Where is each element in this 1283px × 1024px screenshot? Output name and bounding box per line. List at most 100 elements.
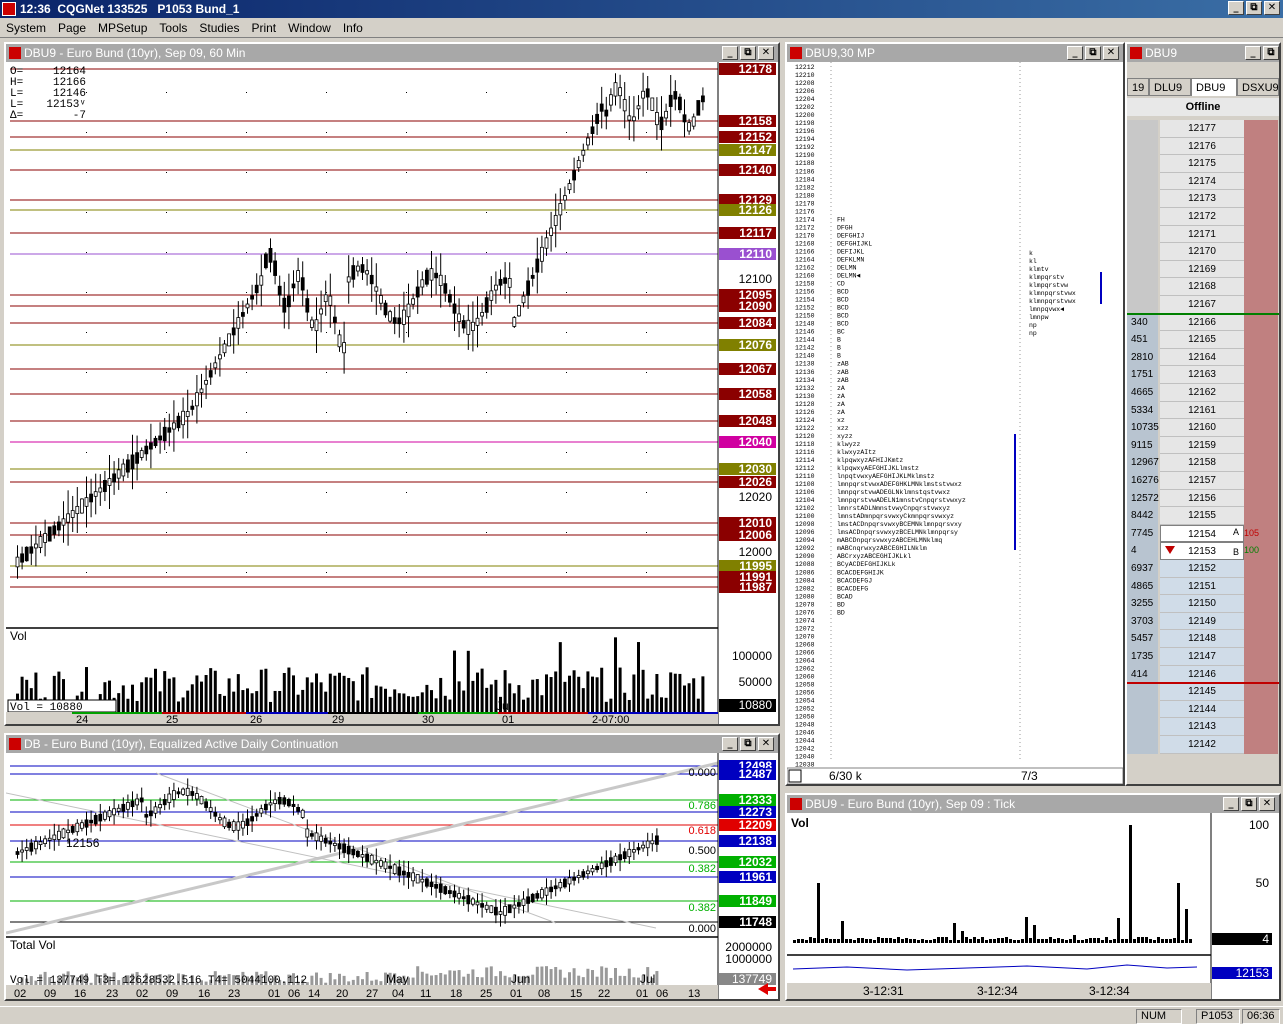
dom-row[interactable]: 3255 12150 bbox=[1127, 595, 1278, 613]
dom-row[interactable]: 9115 12159 bbox=[1127, 436, 1278, 455]
dom-ask-size[interactable] bbox=[1244, 260, 1278, 279]
dom-bid-size[interactable] bbox=[1127, 155, 1158, 173]
dom-bid-size[interactable] bbox=[1127, 718, 1158, 736]
restore-button[interactable]: ⧉ bbox=[1246, 1, 1262, 15]
dom-row[interactable]: 414 12146 bbox=[1127, 665, 1278, 684]
tab-dlu9[interactable]: DLU9 bbox=[1149, 78, 1191, 96]
dom-ask-size[interactable] bbox=[1244, 436, 1278, 455]
dom-row[interactable]: 4865 12151 bbox=[1127, 577, 1278, 596]
dom-ask-size[interactable] bbox=[1244, 120, 1278, 138]
dom-price[interactable]: 12165 bbox=[1160, 331, 1244, 349]
mp-footer-box[interactable] bbox=[788, 769, 802, 783]
dom-row[interactable]: 5457 12148 bbox=[1127, 630, 1278, 648]
chart-daily-canvas[interactable]: 12156 0.000 0.786 0.618 0.500 0.382 0.382 0.000… bbox=[6, 753, 778, 999]
menu-system[interactable]: System bbox=[0, 21, 52, 35]
dom-ask-size[interactable] bbox=[1244, 401, 1278, 420]
dom-bid-size[interactable]: 5334 bbox=[1127, 401, 1158, 420]
dom-price[interactable]: 12170 bbox=[1160, 243, 1244, 261]
dom-bid-size[interactable]: 414 bbox=[1127, 665, 1158, 684]
dom-price[interactable]: 12173 bbox=[1160, 190, 1244, 208]
dom-price[interactable]: 12145 bbox=[1160, 683, 1244, 701]
dom-bid-size[interactable] bbox=[1127, 736, 1158, 754]
dom-bid-size[interactable] bbox=[1127, 225, 1158, 244]
chart-60min-canvas[interactable]: 1217812158121521214712140121291212612117… bbox=[6, 62, 778, 724]
dom-ask-size[interactable] bbox=[1244, 172, 1278, 191]
dom-row[interactable]: 12174 bbox=[1127, 172, 1278, 191]
dom-bid-size[interactable]: 12967 bbox=[1127, 454, 1159, 472]
dom-bid-size[interactable]: 8442 bbox=[1127, 507, 1158, 525]
dom-price[interactable]: 12159 bbox=[1160, 436, 1244, 455]
dom-ask-size[interactable] bbox=[1244, 155, 1278, 173]
dom-price[interactable]: 12149 bbox=[1160, 612, 1244, 631]
dom-ask-size[interactable] bbox=[1244, 208, 1278, 226]
dom-ask-size[interactable] bbox=[1244, 577, 1278, 596]
dom-bid-size[interactable] bbox=[1127, 120, 1158, 138]
dom-bid-size[interactable]: 1751 bbox=[1127, 366, 1158, 384]
dom-price[interactable]: 12164 bbox=[1160, 348, 1244, 367]
dom-row[interactable]: 12967 12158 bbox=[1127, 454, 1278, 472]
close-button[interactable]: ✕ bbox=[758, 46, 774, 60]
dom-row[interactable]: 5334 12161 bbox=[1127, 401, 1278, 420]
chart-daily-titlebar[interactable]: DB - Euro Bund (10yr), Equalized Active … bbox=[6, 735, 778, 753]
dom-row[interactable]: 7745 12154 105 bbox=[1127, 524, 1278, 543]
dom-ask-size[interactable] bbox=[1244, 700, 1278, 719]
minimize-button[interactable]: _ bbox=[1223, 797, 1239, 811]
dom-ask-size[interactable] bbox=[1244, 665, 1278, 684]
dom-titlebar[interactable]: DBU9 _ ⧉ bbox=[1127, 44, 1279, 62]
dom-bid-size[interactable]: 4865 bbox=[1127, 577, 1158, 596]
tab-19[interactable]: 19 bbox=[1127, 78, 1149, 96]
dom-price[interactable]: 12174 bbox=[1160, 172, 1244, 191]
dom-bid-size[interactable] bbox=[1127, 260, 1158, 279]
dom-price[interactable]: 12176 bbox=[1160, 137, 1244, 156]
dom-row[interactable]: 6937 12152 bbox=[1127, 560, 1278, 578]
dom-price[interactable]: 12157 bbox=[1160, 472, 1244, 490]
dom-row[interactable]: 12167 bbox=[1127, 296, 1278, 314]
dom-bid-size[interactable] bbox=[1127, 208, 1158, 226]
dom-ask-size[interactable] bbox=[1244, 472, 1278, 490]
dom-price[interactable]: 12154 bbox=[1160, 524, 1244, 543]
close-button[interactable]: ✕ bbox=[1103, 46, 1119, 60]
dom-ask-size[interactable]: 105 bbox=[1244, 524, 1278, 543]
dom-ask-size[interactable] bbox=[1244, 718, 1278, 736]
dom-price[interactable]: 12147 bbox=[1160, 648, 1244, 666]
dom-bid-size[interactable] bbox=[1127, 137, 1158, 156]
dom-window[interactable]: DBU9 _ ⧉ 19 DLU9 DBU9 DSXU9 Offline 1217… bbox=[1125, 42, 1281, 786]
tab-dsxu9[interactable]: DSXU9 bbox=[1237, 78, 1279, 96]
menu-info[interactable]: Info bbox=[337, 21, 369, 35]
dom-price[interactable]: 12151 bbox=[1160, 577, 1244, 596]
maximize-button[interactable]: ⧉ bbox=[1085, 46, 1101, 60]
dom-row[interactable]: 12172 bbox=[1127, 208, 1278, 226]
dom-ask-size[interactable] bbox=[1244, 313, 1278, 332]
chart-daily-body[interactable]: 12156 0.000 0.786 0.618 0.500 0.382 0.382 0.000… bbox=[6, 753, 778, 999]
dom-price[interactable]: 12166 bbox=[1160, 313, 1244, 332]
dom-price[interactable]: 12143 bbox=[1160, 718, 1244, 736]
dom-ladder[interactable]: 12177 12176 12175 12174 12173 12172 12171 12170… bbox=[1127, 120, 1279, 760]
dom-price[interactable]: 12168 bbox=[1160, 278, 1244, 296]
dom-bid-size[interactable]: 5457 bbox=[1127, 630, 1158, 648]
dom-bid-size[interactable]: 16276 bbox=[1127, 472, 1159, 490]
mp-canvas[interactable]: 1221212210122081220612204122021220012198… bbox=[787, 62, 1123, 784]
dom-row[interactable]: 12142 bbox=[1127, 736, 1278, 754]
dom-ask-size[interactable] bbox=[1244, 489, 1278, 508]
dom-row[interactable]: 12175 bbox=[1127, 155, 1278, 173]
dom-price[interactable]: 12144 bbox=[1160, 700, 1244, 719]
dom-price[interactable]: 12172 bbox=[1160, 208, 1244, 226]
dom-row[interactable]: 451 12165 bbox=[1127, 331, 1278, 349]
dom-ask-size[interactable] bbox=[1244, 736, 1278, 754]
menu-tools[interactable]: Tools bbox=[153, 21, 193, 35]
dom-bid-size[interactable]: 7745 bbox=[1127, 524, 1158, 543]
dom-ask-size[interactable] bbox=[1244, 612, 1278, 631]
tick-body[interactable]: Vol 100 50 4 12153 3-12:31 3-12:34 3-12:34 bbox=[787, 813, 1279, 999]
dom-row[interactable]: 16276 12157 bbox=[1127, 472, 1278, 490]
dom-row[interactable]: 12143 bbox=[1127, 718, 1278, 736]
dom-row[interactable]: 3703 12149 bbox=[1127, 612, 1278, 631]
tick-chart-window[interactable]: DBU9 - Euro Bund (10yr), Sep 09 : Tick _… bbox=[785, 793, 1281, 1001]
dom-ask-size[interactable] bbox=[1244, 243, 1278, 261]
dom-row[interactable]: 1751 12163 bbox=[1127, 366, 1278, 384]
menu-studies[interactable]: Studies bbox=[193, 21, 245, 35]
minimize-button[interactable]: _ bbox=[1228, 1, 1244, 15]
dom-price[interactable]: 12158 bbox=[1160, 454, 1244, 472]
dom-price[interactable]: 12156 bbox=[1160, 489, 1244, 508]
dom-ask-size[interactable] bbox=[1244, 507, 1278, 525]
dom-price[interactable]: 12148 bbox=[1160, 630, 1244, 648]
